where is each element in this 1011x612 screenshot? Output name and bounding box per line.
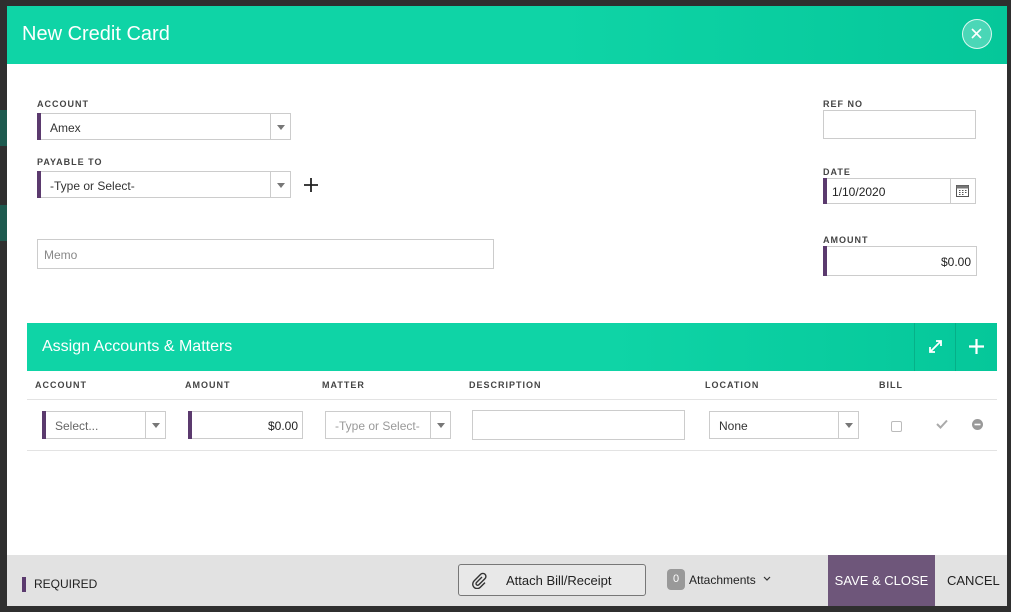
required-marker bbox=[22, 577, 26, 592]
required-marker bbox=[823, 178, 827, 204]
confirm-check-icon[interactable] bbox=[936, 419, 948, 429]
payable-to-label: PAYABLE TO bbox=[37, 157, 103, 167]
column-header-amount: AMOUNT bbox=[185, 380, 231, 390]
column-header-matter: MATTER bbox=[322, 380, 365, 390]
chevron-down-icon[interactable] bbox=[763, 576, 771, 582]
date-input[interactable]: 1/10/2020 bbox=[823, 178, 976, 204]
account-select[interactable]: Amex bbox=[37, 113, 291, 140]
attachments-count-badge: 0 bbox=[667, 569, 685, 590]
expand-button[interactable] bbox=[914, 323, 956, 371]
column-header-location: LOCATION bbox=[705, 380, 760, 390]
amount-value: $0.00 bbox=[940, 255, 971, 269]
column-header-description: DESCRIPTION bbox=[469, 380, 542, 390]
amount-input[interactable]: $0.00 bbox=[823, 246, 977, 276]
memo-placeholder: Memo bbox=[44, 248, 78, 262]
dropdown-arrow-icon[interactable] bbox=[270, 172, 290, 197]
close-button[interactable] bbox=[962, 19, 992, 49]
calendar-button[interactable] bbox=[950, 179, 975, 203]
row-matter-placeholder: -Type or Select- bbox=[335, 419, 420, 433]
row-amount-input[interactable]: $0.00 bbox=[188, 411, 303, 439]
attach-bill-label: Attach Bill/Receipt bbox=[506, 573, 612, 588]
date-label: DATE bbox=[823, 167, 851, 177]
modal-title: New Credit Card bbox=[22, 23, 170, 45]
paperclip-icon bbox=[472, 572, 487, 589]
plus-icon bbox=[969, 339, 984, 354]
attachments-dropdown[interactable]: Attachments bbox=[689, 573, 756, 587]
amount-label: AMOUNT bbox=[823, 235, 869, 245]
ref-no-label: REF NO bbox=[823, 99, 864, 109]
account-value: Amex bbox=[50, 121, 81, 135]
payable-to-placeholder: -Type or Select- bbox=[50, 179, 135, 193]
column-header-account: ACCOUNT bbox=[35, 380, 87, 390]
row-description-input[interactable] bbox=[472, 410, 685, 440]
dropdown-arrow-icon[interactable] bbox=[145, 412, 165, 438]
dropdown-arrow-icon[interactable] bbox=[838, 412, 858, 438]
dropdown-arrow-icon[interactable] bbox=[430, 412, 450, 438]
row-matter-select[interactable]: -Type or Select- bbox=[325, 411, 451, 439]
assign-title: Assign Accounts & Matters bbox=[42, 338, 233, 355]
payable-to-select[interactable]: -Type or Select- bbox=[37, 171, 291, 198]
memo-input[interactable]: Memo bbox=[37, 239, 494, 269]
date-value: 1/10/2020 bbox=[832, 185, 886, 199]
assign-accounts-header: Assign Accounts & Matters bbox=[27, 323, 997, 371]
required-marker bbox=[37, 113, 41, 140]
required-marker bbox=[823, 246, 827, 276]
close-icon bbox=[971, 28, 982, 39]
required-marker bbox=[37, 171, 41, 198]
ref-no-input[interactable] bbox=[823, 110, 976, 139]
save-and-close-button[interactable]: SAVE & CLOSE bbox=[828, 555, 935, 606]
table-divider bbox=[27, 450, 997, 451]
modal-header: New Credit Card bbox=[7, 6, 1007, 64]
row-account-select[interactable]: Select... bbox=[42, 411, 166, 439]
row-location-select[interactable]: None bbox=[709, 411, 859, 439]
column-header-bill: BILL bbox=[879, 380, 903, 390]
row-location-value: None bbox=[719, 419, 748, 433]
required-marker bbox=[188, 411, 192, 439]
calendar-icon bbox=[956, 185, 969, 197]
cancel-button[interactable]: CANCEL bbox=[947, 555, 1000, 606]
new-credit-card-modal: New Credit Card ACCOUNT Amex PAYABLE TO … bbox=[7, 6, 1007, 606]
add-payee-plus-icon[interactable] bbox=[304, 178, 318, 192]
account-label: ACCOUNT bbox=[37, 99, 89, 109]
attach-bill-button[interactable]: Attach Bill/Receipt bbox=[458, 564, 646, 596]
add-row-button[interactable] bbox=[955, 323, 997, 371]
table-divider bbox=[27, 399, 997, 400]
row-account-placeholder: Select... bbox=[55, 419, 99, 433]
expand-icon bbox=[929, 340, 942, 353]
row-amount-value: $0.00 bbox=[267, 419, 298, 433]
dropdown-arrow-icon[interactable] bbox=[270, 114, 290, 139]
required-legend: REQUIRED bbox=[34, 577, 98, 591]
required-marker bbox=[42, 411, 46, 439]
remove-row-icon[interactable] bbox=[972, 419, 983, 430]
modal-footer: REQUIRED Attach Bill/Receipt 0 Attachmen… bbox=[7, 555, 1007, 606]
bill-checkbox[interactable] bbox=[891, 421, 902, 432]
